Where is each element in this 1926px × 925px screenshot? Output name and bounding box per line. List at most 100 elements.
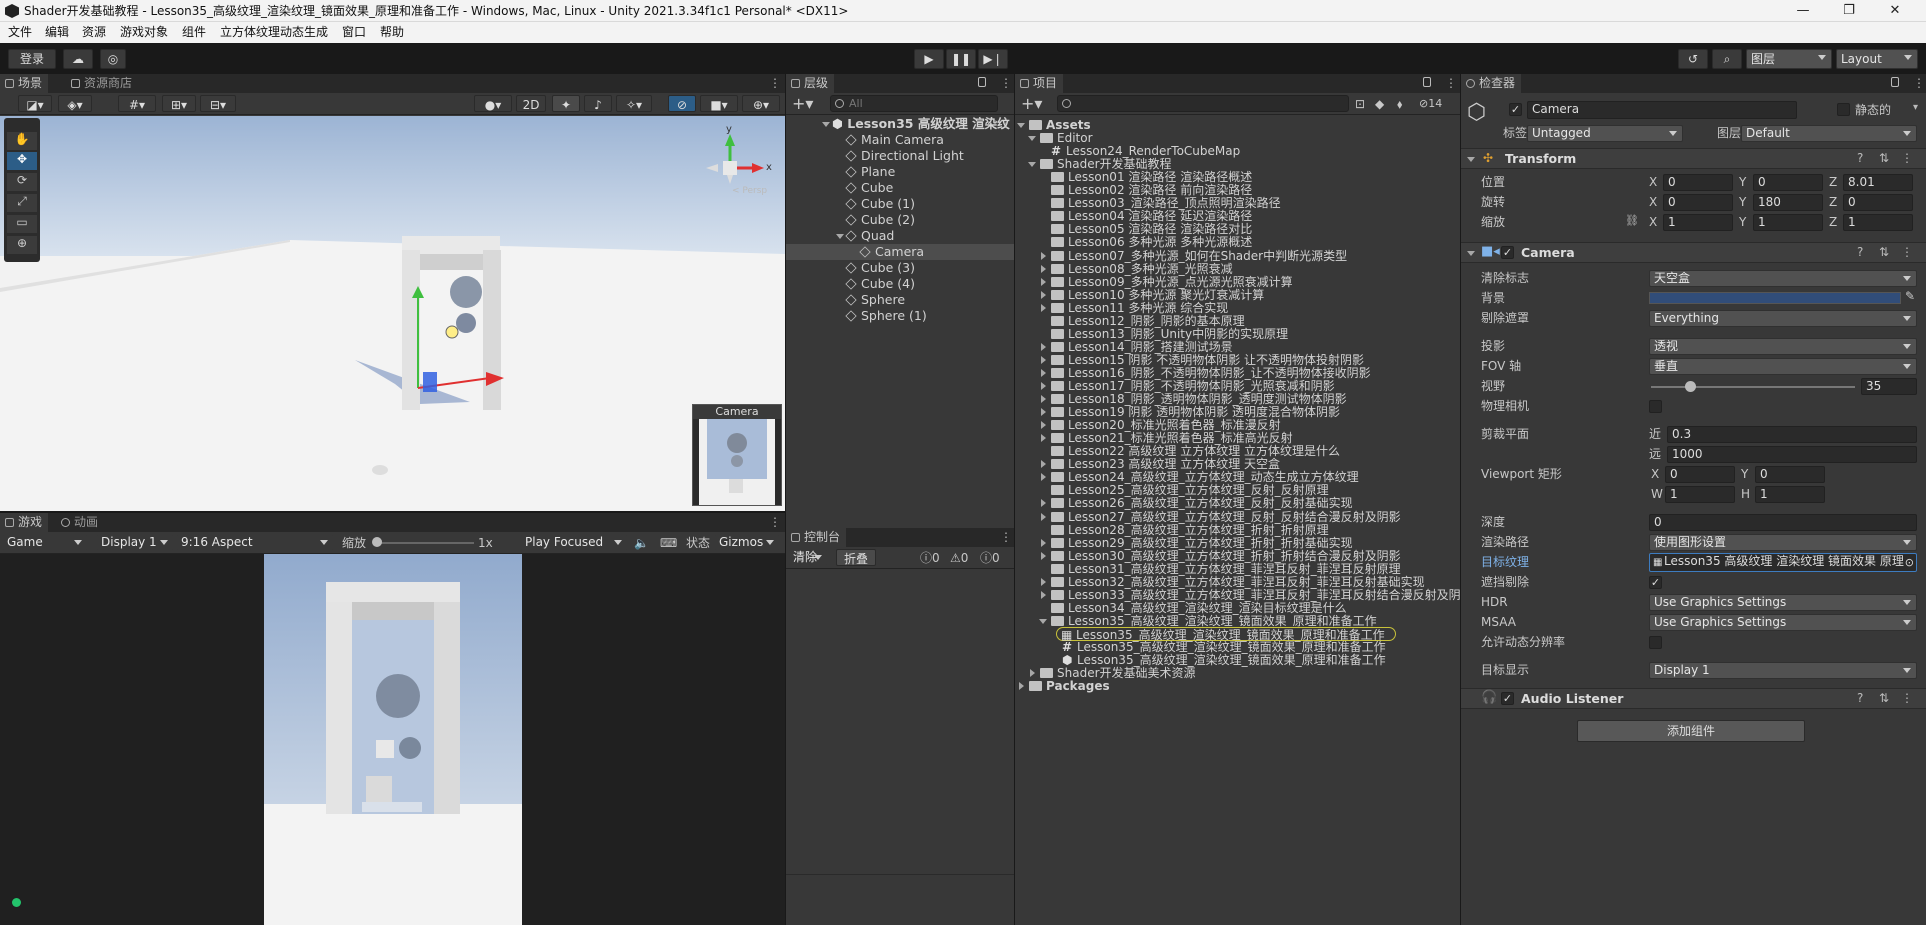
collapsed-arrow-icon[interactable]	[1041, 512, 1046, 521]
draw-mode-dropdown[interactable]: ◪▾	[18, 95, 52, 112]
camera-enabled-checkbox[interactable]: ✓	[1501, 246, 1514, 259]
project-item[interactable]: Lesson33_高级纹理_立方体纹理_菲涅耳反射_菲涅耳反射结合漫反射及阴	[1051, 588, 1460, 602]
camera-header[interactable]: ■◂ ✓ Camera ? ⇅ ⋮	[1461, 242, 1926, 263]
scene-viewport[interactable]: ✋ ✥ ⟳ ⤢ ▭ ⊕ y x < Persp Camera	[0, 116, 785, 511]
fov-slider-handle[interactable]	[1684, 381, 1696, 392]
collapsed-arrow-icon[interactable]	[1041, 434, 1046, 443]
shading-dropdown[interactable]: ◈▾	[58, 95, 92, 112]
layer-dropdown[interactable]: Default	[1741, 125, 1917, 142]
constrain-proportions-icon[interactable]: ⛓	[1625, 214, 1639, 227]
static-checkbox[interactable]	[1837, 103, 1850, 116]
scale-y-field[interactable]: 1	[1753, 214, 1823, 231]
tag-dropdown[interactable]: Untagged	[1527, 125, 1683, 142]
hierarchy-item[interactable]: Cube	[845, 180, 893, 196]
step-button[interactable]: ▶❘	[978, 49, 1008, 69]
hierarchy-item[interactable]: Directional Light	[845, 148, 964, 164]
project-item[interactable]: Lesson17_阴影_不透明物体阴影_光照衰减和阴影	[1051, 379, 1335, 393]
search-icon[interactable]: ⌕	[1712, 49, 1742, 69]
project-item[interactable]: Lesson10 多种光源 聚光灯衰减计算	[1051, 288, 1264, 302]
game-render[interactable]	[264, 554, 522, 925]
collapse-button[interactable]: 折叠	[836, 549, 876, 566]
fov-slider-track[interactable]	[1651, 386, 1855, 388]
project-item[interactable]: ▦ Lesson35_高级纹理_渲染纹理_镜面效果_原理和准备工作	[1056, 626, 1396, 642]
tab-scene[interactable]: 场景	[0, 74, 49, 93]
close-button[interactable]: ✕	[1872, 0, 1918, 22]
rotation-z-field[interactable]: 0	[1843, 194, 1913, 211]
audio-toggle-icon[interactable]: ♪	[584, 95, 612, 112]
menu-window[interactable]: 窗口	[342, 22, 366, 42]
depth-field[interactable]: 0	[1649, 514, 1917, 531]
expand-arrow-icon[interactable]	[1017, 123, 1025, 128]
project-item[interactable]: ⬢ Lesson35_高级纹理_渲染纹理_镜面效果_原理和准备工作	[1062, 653, 1386, 667]
object-picker-icon[interactable]: ⊙	[1905, 555, 1914, 570]
project-item[interactable]: Editor	[1040, 131, 1093, 145]
preset-icon[interactable]: ⇅	[1879, 151, 1889, 165]
light-toggle-icon[interactable]: ✦	[552, 95, 580, 112]
search-filter-icon[interactable]: ⊡	[1355, 96, 1365, 112]
clear-button[interactable]: 清除	[788, 549, 828, 566]
menu-edit[interactable]: 编辑	[45, 22, 69, 42]
create-button[interactable]: +▾	[792, 94, 813, 113]
pause-button[interactable]: ❚❚	[946, 49, 976, 69]
project-item[interactable]: Assets	[1029, 118, 1091, 132]
collapsed-arrow-icon[interactable]	[1041, 395, 1046, 404]
component-menu-icon[interactable]: ⋮	[1901, 245, 1913, 259]
project-item[interactable]: Lesson09_多种光源_点光源光照衰减计算	[1051, 275, 1293, 289]
position-y-field[interactable]: 0	[1753, 174, 1823, 191]
msaa-dropdown[interactable]: Use Graphics Settings	[1649, 614, 1917, 631]
hierarchy-item[interactable]: Main Camera	[845, 132, 944, 148]
project-item[interactable]: Lesson15 阴影 不透明物体阴影 让不透明物体投射阴影	[1051, 353, 1364, 367]
collapsed-arrow-icon[interactable]	[1041, 355, 1046, 364]
project-item[interactable]: # Lesson24_RenderToCubeMap	[1051, 144, 1240, 158]
collapsed-arrow-icon[interactable]	[1041, 460, 1046, 469]
scale-slider-track[interactable]	[374, 542, 474, 544]
viewport-y-field[interactable]: 0	[1755, 466, 1825, 483]
preset-icon[interactable]: ⇅	[1879, 691, 1889, 705]
hierarchy-item[interactable]: Sphere (1)	[845, 308, 927, 324]
collapsed-arrow-icon[interactable]	[1041, 421, 1046, 430]
rotation-y-field[interactable]: 180	[1753, 194, 1823, 211]
cloud-icon[interactable]: ☁	[63, 49, 93, 69]
collapse-arrow-icon[interactable]	[1467, 157, 1475, 162]
console-menu-icon[interactable]: ⋮	[1000, 530, 1012, 544]
component-menu-icon[interactable]: ⋮	[1901, 151, 1913, 165]
expand-arrow-icon[interactable]	[836, 234, 844, 239]
display-dropdown[interactable]: Display 1	[96, 534, 174, 551]
project-item[interactable]: Lesson35_高级纹理_渲染纹理_镜面效果_原理和准备工作	[1051, 614, 1377, 628]
grid-snap-dropdown[interactable]: #▾	[118, 95, 156, 112]
hierarchy-item[interactable]: Plane	[845, 164, 895, 180]
object-name-field[interactable]: Camera	[1527, 101, 1797, 119]
project-item[interactable]: Lesson27_高级纹理_立方体纹理_反射_反射结合漫反射及阴影	[1051, 510, 1401, 524]
position-z-field[interactable]: 8.01	[1843, 174, 1913, 191]
collapse-arrow-icon[interactable]	[1467, 251, 1475, 256]
mute-icon[interactable]: 🔈	[634, 535, 649, 551]
eyedropper-icon[interactable]: ✎	[1905, 289, 1915, 303]
collapsed-arrow-icon[interactable]	[1041, 264, 1046, 273]
label-filter-icon[interactable]: ⬧	[1397, 96, 1402, 112]
collapsed-arrow-icon[interactable]	[1041, 408, 1046, 417]
keyboard-icon[interactable]: ⌨	[660, 535, 677, 551]
project-item[interactable]: Lesson12_阴影_阴影的基本原理	[1051, 314, 1245, 328]
expand-arrow-icon[interactable]	[1039, 618, 1047, 624]
warning-count[interactable]: ⚠0	[950, 550, 968, 566]
hierarchy-item[interactable]: Cube (3)	[845, 260, 915, 276]
fov-axis-dropdown[interactable]: 垂直	[1649, 358, 1917, 375]
lock-icon[interactable]	[978, 77, 986, 87]
transform-header[interactable]: ✣ Transform ? ⇅ ⋮	[1461, 148, 1926, 169]
scale-x-field[interactable]: 1	[1663, 214, 1733, 231]
play-button[interactable]: ▶	[914, 49, 944, 69]
hierarchy-menu-icon[interactable]: ⋮	[1000, 76, 1012, 90]
hierarchy-item[interactable]: Quad	[845, 228, 894, 244]
minimize-button[interactable]: —	[1780, 0, 1826, 22]
info-count[interactable]: ⓘ0	[920, 550, 940, 566]
physical-camera-checkbox[interactable]	[1649, 400, 1662, 413]
project-item[interactable]: Lesson29_高级纹理_立方体纹理_折射_折射基础实现	[1051, 536, 1353, 550]
expand-arrow-icon[interactable]	[822, 122, 830, 127]
error-count[interactable]: ⓘ0	[980, 550, 1000, 566]
hdr-dropdown[interactable]: Use Graphics Settings	[1649, 594, 1917, 611]
scene-kebab-icon[interactable]: ⋮	[1000, 116, 1012, 130]
project-search-input[interactable]	[1057, 95, 1349, 112]
project-item[interactable]: Lesson34_高级纹理_渲染纹理_渲染目标纹理是什么	[1051, 601, 1347, 615]
camera-dropdown[interactable]: ■▾	[700, 95, 738, 112]
collapsed-arrow-icon[interactable]	[1041, 290, 1046, 299]
